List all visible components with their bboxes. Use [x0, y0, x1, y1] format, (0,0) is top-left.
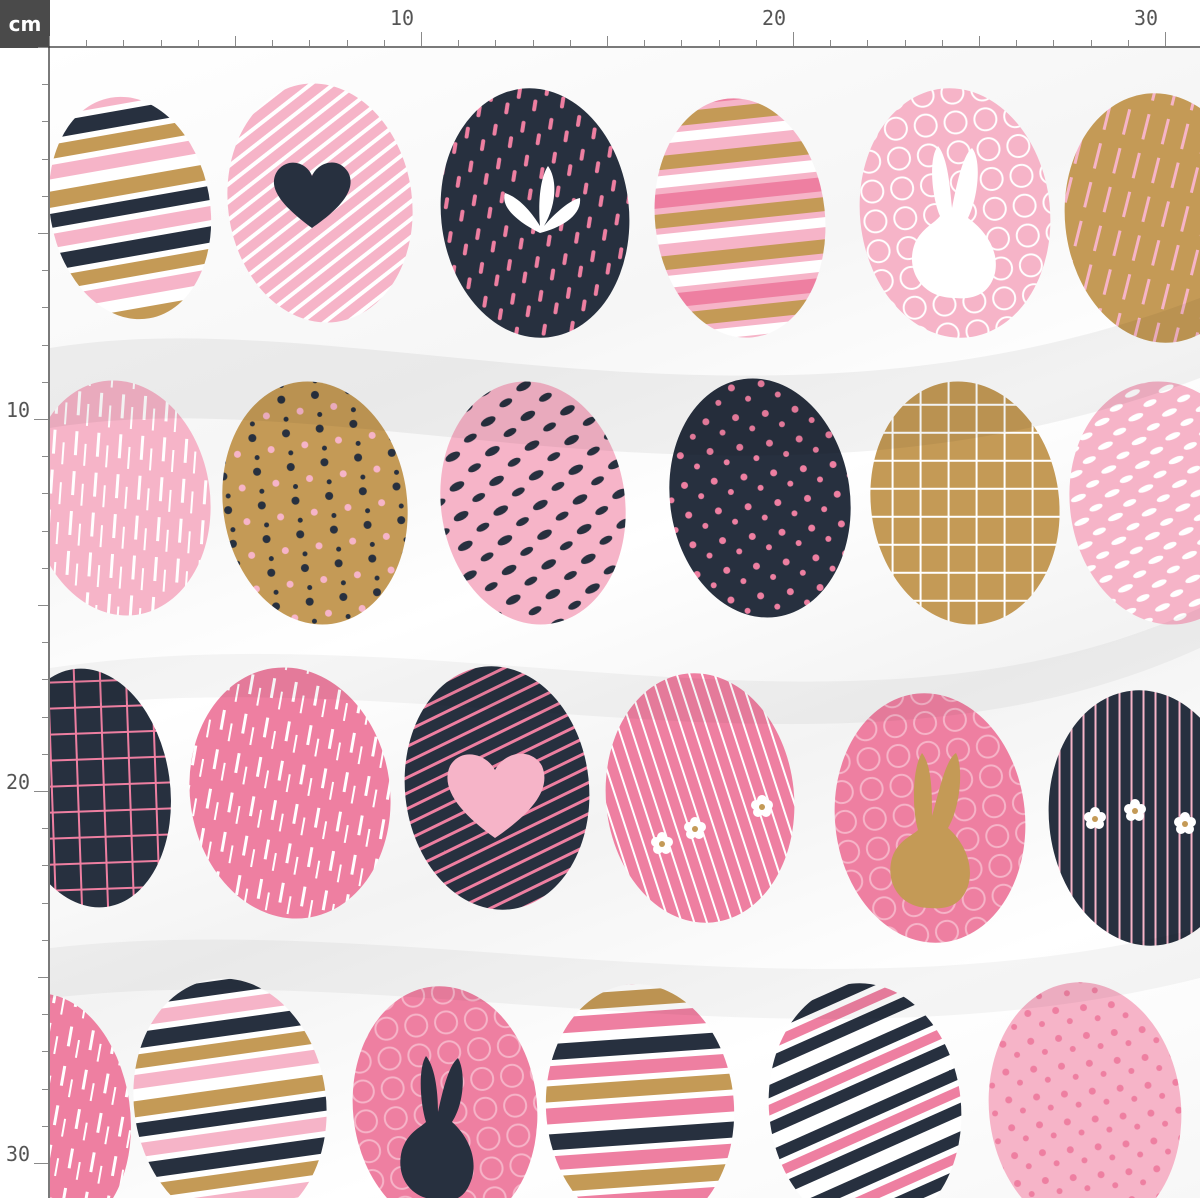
- ruler-tick: [86, 40, 88, 46]
- ruler-tick: [42, 567, 48, 569]
- ruler-tick: [34, 791, 48, 792]
- ruler-tick: [42, 1051, 48, 1053]
- ruler-tick: [38, 977, 48, 978]
- ruler-tick: [1165, 32, 1166, 46]
- ruler-left-label-10: 10: [6, 398, 31, 422]
- egg-19: [50, 993, 131, 1198]
- ruler-tick: [681, 40, 683, 46]
- ruler-tick: [38, 233, 48, 234]
- ruler-tick: [42, 679, 48, 681]
- ruler-top: 10 20 30: [49, 0, 1200, 48]
- ruler-tick: [42, 307, 48, 309]
- ruler-tick: [123, 40, 125, 46]
- ruler-tick: [38, 47, 48, 48]
- ruler-tick: [42, 939, 48, 941]
- ruler-tick: [42, 84, 48, 86]
- ruler-tick: [458, 40, 460, 46]
- ruler-tick: [42, 902, 48, 904]
- ruler-tick: [309, 40, 311, 46]
- ruler-tick: [718, 40, 720, 46]
- ruler-tick: [569, 40, 571, 46]
- egg-4: [654, 98, 826, 338]
- ruler-tick: [42, 456, 48, 458]
- ruler-tick: [42, 753, 48, 755]
- ruler-tick: [607, 36, 608, 46]
- ruler-tick: [272, 40, 274, 46]
- ruler-tick: [1053, 40, 1055, 46]
- ruler-tick: [38, 605, 48, 606]
- ruler-left-label-20: 20: [6, 770, 31, 794]
- egg-20: [133, 978, 327, 1198]
- ruler-tick: [42, 1014, 48, 1016]
- ruler-tick: [42, 270, 48, 272]
- ruler-tick: [42, 381, 48, 383]
- ruler-tick: [42, 828, 48, 830]
- ruler-tick: [160, 40, 162, 46]
- ruler-left: 10 20 30: [0, 47, 50, 1198]
- ruler-tick: [42, 642, 48, 644]
- ruler-tick: [42, 530, 48, 532]
- ruler-tick: [1127, 40, 1129, 46]
- ruler-tick: [755, 40, 757, 46]
- egg-18: [1048, 690, 1200, 946]
- ruler-tick: [197, 40, 199, 46]
- ruler-tick: [42, 344, 48, 346]
- ruler-top-label-20: 20: [762, 6, 787, 30]
- ruler-tick: [1016, 40, 1018, 46]
- ruler-tick: [42, 121, 48, 123]
- ruler-tick: [42, 158, 48, 160]
- ruler-unit-label: cm: [0, 0, 50, 48]
- ruler-tick: [644, 40, 646, 46]
- ruler-tick: [42, 1088, 48, 1090]
- egg-3: [440, 88, 630, 338]
- ruler-tick: [1090, 40, 1092, 46]
- ruler-left-label-30: 30: [6, 1142, 31, 1166]
- ruler-tick: [34, 419, 48, 420]
- ruler-tick: [495, 40, 497, 46]
- ruler-top-label-10: 10: [390, 6, 415, 30]
- ruler-tick: [830, 40, 832, 46]
- ruler-tick: [42, 1125, 48, 1127]
- ruler-tick: [532, 40, 534, 46]
- ruler-tick: [42, 716, 48, 718]
- egg-1: [50, 96, 212, 320]
- ruler-tick: [867, 40, 869, 46]
- ruler-tick: [904, 40, 906, 46]
- egg-pattern: [50, 83, 1200, 1198]
- ruler-tick: [42, 195, 48, 197]
- ruler-tick: [34, 1163, 48, 1164]
- ruler-tick: [49, 36, 50, 46]
- ruler-tick: [793, 32, 794, 46]
- ruler-tick: [42, 493, 48, 495]
- ruler-tick: [421, 32, 422, 46]
- ruler-tick: [42, 865, 48, 867]
- ruler-tick: [235, 36, 236, 46]
- ruler-tick: [383, 40, 385, 46]
- fabric-preview: [50, 48, 1200, 1198]
- ruler-tick: [941, 40, 943, 46]
- ruler-tick: [346, 40, 348, 46]
- ruler-top-label-30: 30: [1134, 6, 1159, 30]
- ruler-tick: [979, 36, 980, 46]
